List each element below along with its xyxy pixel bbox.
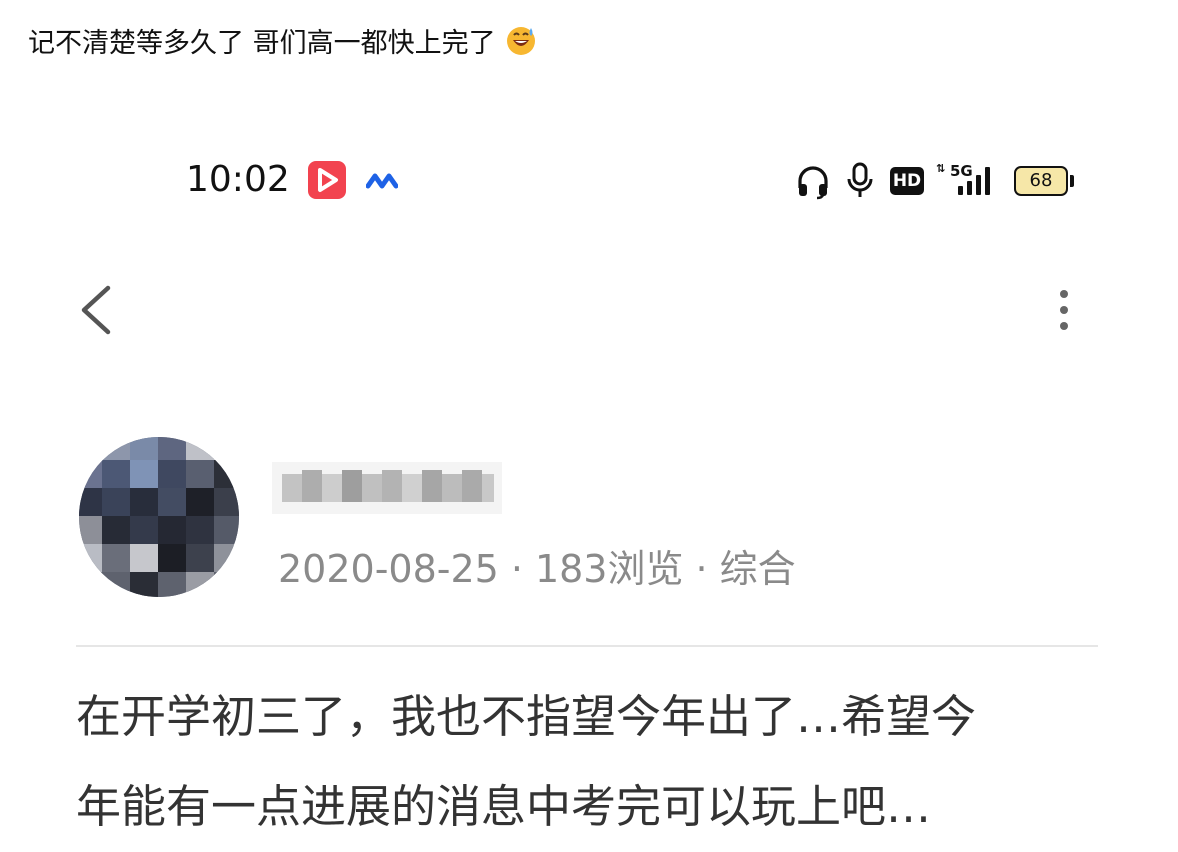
post-meta: 2020-08-25 · 183浏览 · 综合 <box>278 538 796 593</box>
post-body-line: 在开学初三了，我也不指望今年出了…希望今 <box>76 690 977 743</box>
video-app-icon <box>308 161 346 199</box>
post-date: 2020-08-25 <box>278 547 499 591</box>
app-logo-icon <box>366 173 398 189</box>
post-category[interactable]: 综合 <box>720 547 796 591</box>
view-count: 183浏览 <box>534 547 684 591</box>
chevron-left-icon <box>81 285 111 335</box>
microphone-icon <box>847 162 873 197</box>
back-button[interactable] <box>74 280 118 340</box>
more-options-button[interactable] <box>1048 288 1080 332</box>
hd-icon: HD <box>890 167 924 195</box>
caption-text: 记不清楚等多久了 哥们高一都快上完了 <box>28 28 496 59</box>
status-time: 10:02 <box>186 159 290 200</box>
network-label: 5G <box>950 162 973 180</box>
nav-bar <box>0 270 1178 350</box>
author-info: 2020-08-25 · 183浏览 · 综合 <box>72 432 1102 607</box>
username-blurred <box>272 462 502 514</box>
battery-level: 68 <box>1014 166 1068 196</box>
post-body-line: 年能有一点进展的消息中考完可以玩上吧… <box>76 780 932 833</box>
post-body: 在开学初三了，我也不指望今年出了…希望今 年能有一点进展的消息中考完可以玩上吧… <box>76 672 1106 852</box>
signal-5g-icon: ⇅ 5G <box>936 162 1000 200</box>
meta-separator: · <box>695 547 708 591</box>
avatar[interactable] <box>74 432 244 602</box>
post-caption: 记不清楚等多久了 哥们高一都快上完了 <box>28 24 536 64</box>
vertical-dots-icon <box>1060 290 1068 330</box>
battery-icon: 68 <box>1014 166 1074 196</box>
status-bar: 10:02 HD ⇅ 5G 68 <box>0 150 1178 210</box>
headset-icon <box>798 166 828 200</box>
divider <box>76 645 1098 647</box>
meta-separator: · <box>510 547 523 591</box>
grinning-sweat-emoji-icon <box>507 27 536 55</box>
